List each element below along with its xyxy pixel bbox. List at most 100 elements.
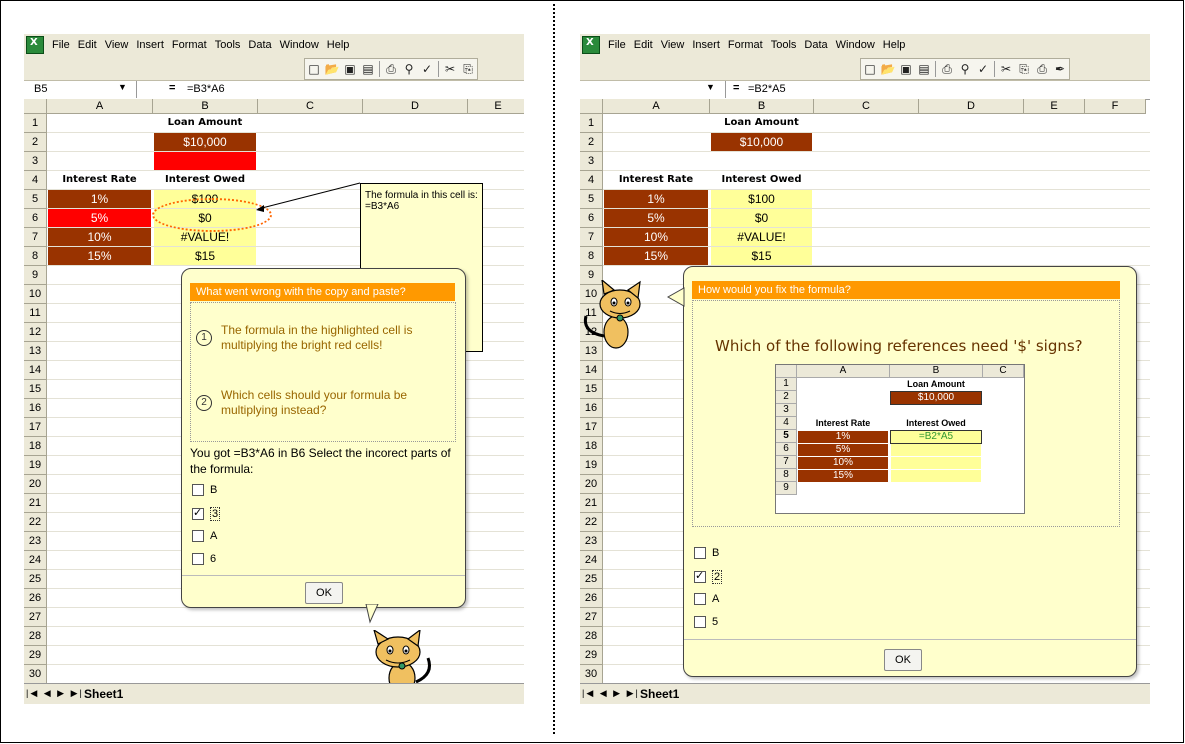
- row-header[interactable]: 17: [24, 418, 47, 437]
- new-icon[interactable]: □: [305, 60, 323, 78]
- name-box[interactable]: ▼: [580, 81, 726, 98]
- rate-cell[interactable]: 10%: [48, 228, 151, 246]
- option-3[interactable]: 3: [192, 506, 221, 521]
- row-header[interactable]: 13: [24, 342, 47, 361]
- menu-data[interactable]: Data: [800, 39, 831, 51]
- rate-cell[interactable]: 1%: [48, 190, 151, 208]
- loan-amount-cell[interactable]: $10,000: [154, 133, 256, 151]
- open-icon[interactable]: 📂: [879, 60, 897, 78]
- option-5[interactable]: 5: [694, 616, 718, 628]
- save-icon[interactable]: ▣: [897, 60, 915, 78]
- row-header[interactable]: 22: [580, 513, 603, 532]
- row-header[interactable]: 19: [24, 456, 47, 475]
- print-icon[interactable]: ⎙: [938, 60, 956, 78]
- checkbox-a[interactable]: [192, 530, 204, 542]
- select-all-corner[interactable]: [580, 99, 603, 114]
- row-header[interactable]: 2: [580, 133, 603, 152]
- row-header[interactable]: 1: [580, 114, 603, 133]
- menu-help[interactable]: Help: [879, 39, 910, 51]
- save-icon[interactable]: ▣: [341, 60, 359, 78]
- rate-cell[interactable]: 1%: [604, 190, 708, 208]
- spelling-icon[interactable]: ✓: [418, 60, 436, 78]
- checkbox-a[interactable]: [694, 593, 706, 605]
- row-header[interactable]: 23: [24, 532, 47, 551]
- row-header[interactable]: 15: [580, 380, 603, 399]
- row-header[interactable]: 28: [580, 627, 603, 646]
- column-header-c[interactable]: C: [814, 99, 919, 114]
- row-header[interactable]: 15: [24, 380, 47, 399]
- column-header-d[interactable]: D: [363, 99, 468, 114]
- new-icon[interactable]: □: [861, 60, 879, 78]
- column-header-c[interactable]: C: [258, 99, 363, 114]
- name-box[interactable]: B5 ▼: [24, 81, 137, 98]
- row-header[interactable]: 14: [24, 361, 47, 380]
- column-header-d[interactable]: D: [919, 99, 1024, 114]
- row-header[interactable]: 30: [580, 665, 603, 684]
- ok-button[interactable]: OK: [884, 649, 922, 671]
- row-header[interactable]: 18: [24, 437, 47, 456]
- checkbox-b[interactable]: [192, 484, 204, 496]
- checkbox-b[interactable]: [694, 547, 706, 559]
- permission-icon[interactable]: ▤: [359, 60, 377, 78]
- print-preview-icon[interactable]: ⚲: [956, 60, 974, 78]
- checkbox-3[interactable]: [192, 506, 204, 520]
- checkbox-5[interactable]: [694, 616, 706, 628]
- row-header[interactable]: 28: [24, 627, 47, 646]
- menu-window[interactable]: Window: [832, 39, 879, 51]
- menu-format[interactable]: Format: [724, 39, 767, 51]
- row-header[interactable]: 26: [24, 589, 47, 608]
- rate-cell[interactable]: 15%: [604, 247, 708, 265]
- row-header[interactable]: 26: [580, 589, 603, 608]
- row-header[interactable]: 16: [24, 399, 47, 418]
- print-icon[interactable]: ⎙: [382, 60, 400, 78]
- formula-input[interactable]: =B2*A5: [748, 83, 786, 95]
- row-header[interactable]: 6: [24, 209, 47, 228]
- row-header[interactable]: 18: [580, 437, 603, 456]
- loan-amount-cell[interactable]: $10,000: [711, 133, 812, 151]
- column-header-e[interactable]: E: [468, 99, 524, 114]
- paste-icon[interactable]: ⎙: [1033, 60, 1051, 78]
- menu-insert[interactable]: Insert: [688, 39, 724, 51]
- menu-view[interactable]: View: [101, 39, 133, 51]
- rate-cell[interactable]: 5%: [604, 209, 708, 227]
- column-header-b[interactable]: B: [153, 99, 258, 114]
- option-b[interactable]: B: [694, 547, 719, 559]
- row-header[interactable]: 19: [580, 456, 603, 475]
- owed-cell[interactable]: #VALUE!: [711, 228, 812, 246]
- row-header[interactable]: 4: [580, 171, 603, 190]
- row-header[interactable]: 20: [24, 475, 47, 494]
- row-header[interactable]: 12: [24, 323, 47, 342]
- row-header[interactable]: 25: [580, 570, 603, 589]
- row-header[interactable]: 9: [24, 266, 47, 285]
- menu-insert[interactable]: Insert: [132, 39, 168, 51]
- menu-view[interactable]: View: [657, 39, 689, 51]
- menu-edit[interactable]: Edit: [630, 39, 657, 51]
- row-header[interactable]: 8: [580, 247, 603, 266]
- menu-data[interactable]: Data: [244, 39, 275, 51]
- row-header[interactable]: 27: [24, 608, 47, 627]
- menu-window[interactable]: Window: [276, 39, 323, 51]
- menu-file[interactable]: File: [48, 39, 74, 51]
- row-header[interactable]: 24: [24, 551, 47, 570]
- row-header[interactable]: 17: [580, 418, 603, 437]
- chevron-down-icon[interactable]: ▼: [706, 82, 715, 92]
- row-header[interactable]: 14: [580, 361, 603, 380]
- row-header[interactable]: 7: [24, 228, 47, 247]
- owed-cell[interactable]: $15: [154, 247, 256, 265]
- row-header[interactable]: 3: [580, 152, 603, 171]
- row-header[interactable]: 21: [24, 494, 47, 513]
- row-header[interactable]: 4: [24, 171, 47, 190]
- ok-button[interactable]: OK: [305, 582, 343, 604]
- option-a[interactable]: A: [694, 593, 719, 605]
- permission-icon[interactable]: ▤: [915, 60, 933, 78]
- column-header-b[interactable]: B: [710, 99, 814, 114]
- formula-input[interactable]: =B3*A6: [187, 83, 225, 95]
- menu-format[interactable]: Format: [168, 39, 211, 51]
- row-header[interactable]: 1: [24, 114, 47, 133]
- row-header[interactable]: 27: [580, 608, 603, 627]
- cut-icon[interactable]: ✂: [997, 60, 1015, 78]
- option-b[interactable]: B: [192, 484, 217, 496]
- column-header-a[interactable]: A: [603, 99, 710, 114]
- row-header[interactable]: 5: [580, 190, 603, 209]
- owed-cell[interactable]: $0: [711, 209, 812, 227]
